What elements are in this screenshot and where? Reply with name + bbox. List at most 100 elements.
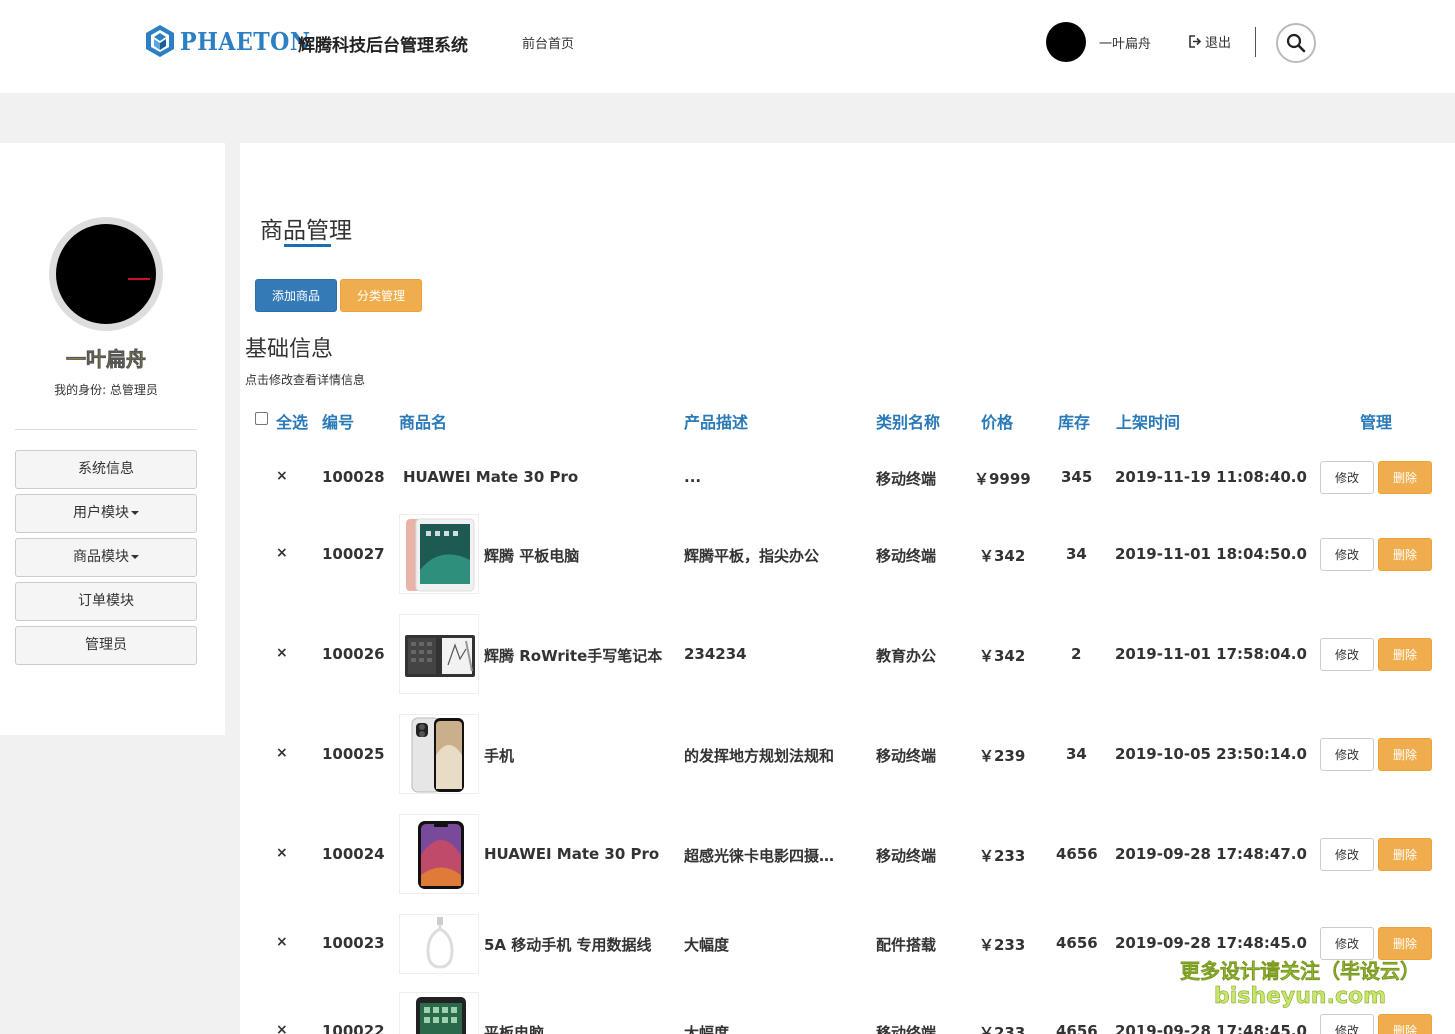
table-row: × 100024 HUAWEI Mate 30 Pro 超感光徕卡电影四摄… 移… xyxy=(240,814,1455,896)
product-thumbnail[interactable] xyxy=(399,514,479,594)
sidebar-item-product-module[interactable]: 商品模块 xyxy=(15,538,197,577)
row-time: 2019-11-01 17:58:04.0 xyxy=(1115,645,1307,663)
edit-button[interactable]: 修改 xyxy=(1320,461,1374,494)
col-select-all[interactable]: 全选 xyxy=(276,409,308,433)
delete-button[interactable]: 删除 xyxy=(1378,838,1432,871)
col-stock: 库存 xyxy=(1058,413,1091,432)
row-name: 5A 移动手机 专用数据线 xyxy=(484,936,652,954)
row-name: 手机 xyxy=(484,747,515,765)
row-stock: 4656 xyxy=(1056,1022,1098,1034)
notebook-image xyxy=(405,635,475,677)
row-remove-mark[interactable]: × xyxy=(276,1022,288,1034)
logo[interactable]: PHAETON 辉腾科技后台管理系统 xyxy=(143,24,468,58)
row-price: ￥9999 xyxy=(974,470,1031,488)
row-stock: 4656 xyxy=(1056,934,1098,952)
delete-button[interactable]: 删除 xyxy=(1378,538,1432,571)
section-subtitle: 点击修改查看详情信息 xyxy=(245,373,366,387)
search-button[interactable] xyxy=(1276,23,1316,63)
row-desc: 大幅度 xyxy=(684,936,730,954)
table-row: × 100028 HUAWEI Mate 30 Pro ... 移动终端 ￥99… xyxy=(240,452,1455,512)
row-price: ￥342 xyxy=(979,547,1026,565)
col-name: 商品名 xyxy=(399,413,448,432)
row-stock: 34 xyxy=(1066,545,1087,563)
logo-icon xyxy=(146,25,174,57)
row-name: 辉腾 RoWrite手写笔记本 xyxy=(484,647,663,665)
profile-role: 我的身份: 总管理员 xyxy=(54,383,158,397)
row-category: 移动终端 xyxy=(876,747,937,765)
edit-button[interactable]: 修改 xyxy=(1320,638,1374,671)
row-stock: 4656 xyxy=(1056,845,1098,863)
nav-home-link[interactable]: 前台首页 xyxy=(522,33,574,52)
product-thumbnail[interactable] xyxy=(399,992,479,1034)
product-thumbnail[interactable] xyxy=(399,914,479,974)
col-desc: 产品描述 xyxy=(684,413,749,432)
edit-button[interactable]: 修改 xyxy=(1320,838,1374,871)
edit-button[interactable]: 修改 xyxy=(1320,538,1374,571)
sidebar-item-label: 用户模块 xyxy=(73,505,129,521)
section-title: 基础信息 xyxy=(245,337,334,362)
logout-icon xyxy=(1189,35,1202,48)
search-icon xyxy=(1286,33,1306,53)
row-remove-mark[interactable]: × xyxy=(276,645,288,661)
product-thumbnail[interactable] xyxy=(399,714,479,794)
header-avatar[interactable] xyxy=(1046,22,1086,62)
watermark-line2: bisheyun.com xyxy=(1213,984,1387,1010)
row-id: 100024 xyxy=(322,845,385,863)
sidebar-item-admin[interactable]: 管理员 xyxy=(15,626,197,665)
logout-label: 退出 xyxy=(1205,36,1232,51)
sidebar-menu: 系统信息 用户模块 商品模块 订单模块 管理员 xyxy=(15,450,197,670)
row-time: 2019-09-28 17:48:45.0 xyxy=(1115,934,1307,952)
row-desc: 大幅度 xyxy=(684,1024,730,1034)
sidebar-item-label: 系统信息 xyxy=(78,461,134,477)
edit-button[interactable]: 修改 xyxy=(1320,1014,1374,1034)
row-remove-mark[interactable]: × xyxy=(276,745,288,761)
row-name: HUAWEI Mate 30 Pro xyxy=(484,845,660,863)
row-stock: 2 xyxy=(1071,645,1082,663)
sidebar-item-label: 管理员 xyxy=(85,637,127,653)
product-thumbnail[interactable] xyxy=(399,814,479,894)
tablet-image xyxy=(406,518,475,592)
row-desc: 超感光徕卡电影四摄… xyxy=(684,847,835,865)
product-thumbnail[interactable] xyxy=(399,614,479,694)
row-category: 配件搭载 xyxy=(876,936,937,954)
col-price: 价格 xyxy=(981,413,1014,432)
profile-avatar[interactable] xyxy=(56,224,156,324)
row-id: 100023 xyxy=(322,934,385,952)
edit-button[interactable]: 修改 xyxy=(1320,738,1374,771)
row-remove-mark[interactable]: × xyxy=(276,468,288,484)
row-category: 移动终端 xyxy=(876,547,937,565)
row-category: 移动终端 xyxy=(876,847,937,865)
sidebar-item-order-module[interactable]: 订单模块 xyxy=(15,582,197,621)
row-remove-mark[interactable]: × xyxy=(276,845,288,861)
phone-image xyxy=(418,821,464,889)
delete-button[interactable]: 删除 xyxy=(1378,1014,1432,1034)
row-remove-mark[interactable]: × xyxy=(276,545,288,561)
row-id: 100028 xyxy=(322,468,385,486)
select-all-checkbox[interactable] xyxy=(255,412,268,425)
row-category: 移动终端 xyxy=(876,1024,937,1034)
header-username[interactable]: 一叶扁舟 xyxy=(1099,33,1151,52)
sidebar-divider xyxy=(15,429,197,430)
caret-down-icon xyxy=(131,511,139,515)
delete-button[interactable]: 删除 xyxy=(1378,638,1432,671)
row-desc: 辉腾平板，指尖办公 xyxy=(684,547,820,565)
row-time: 2019-09-28 17:48:47.0 xyxy=(1115,845,1307,863)
add-product-button[interactable]: 添加商品 xyxy=(255,279,337,312)
sidebar-item-system-info[interactable]: 系统信息 xyxy=(15,450,197,489)
delete-button[interactable]: 删除 xyxy=(1378,927,1432,960)
row-time: 2019-11-01 18:04:50.0 xyxy=(1115,545,1307,563)
watermark-line1: 更多设计请关注（毕设云） xyxy=(1180,959,1421,984)
phone-image xyxy=(411,717,464,793)
caret-down-icon xyxy=(131,555,139,559)
main-panel: 商品管理 添加商品 分类管理 基础信息 点击修改查看详情信息 全选 编号 商品名… xyxy=(240,143,1455,1034)
delete-button[interactable]: 删除 xyxy=(1378,738,1432,771)
row-id: 100025 xyxy=(322,745,385,763)
logout-link[interactable]: 退出 xyxy=(1188,32,1231,51)
row-id: 100022 xyxy=(322,1022,385,1034)
row-remove-mark[interactable]: × xyxy=(276,934,288,950)
sidebar-item-user-module[interactable]: 用户模块 xyxy=(15,494,197,533)
category-manage-button[interactable]: 分类管理 xyxy=(340,279,422,312)
delete-button[interactable]: 删除 xyxy=(1378,461,1432,494)
col-manage: 管理 xyxy=(1360,413,1393,432)
edit-button[interactable]: 修改 xyxy=(1320,927,1374,960)
